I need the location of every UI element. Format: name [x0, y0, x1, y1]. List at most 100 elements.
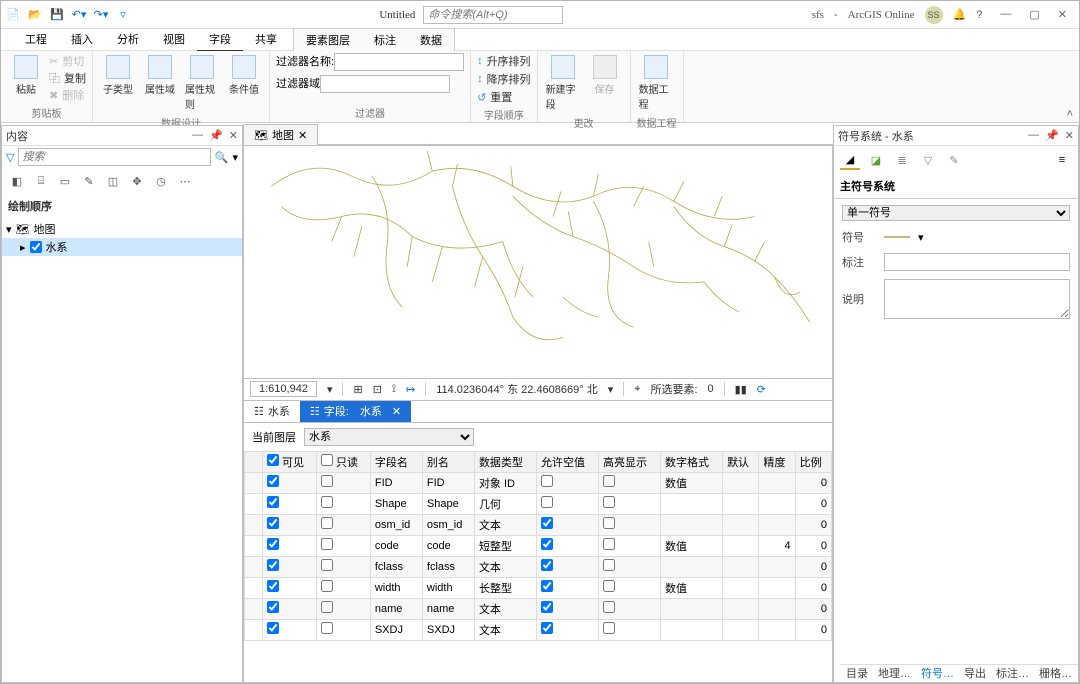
nullable-checkbox[interactable] — [541, 580, 553, 592]
selection-icon[interactable]: ⌖ — [634, 383, 640, 396]
collapse-ribbon-icon[interactable]: ˄ — [1067, 108, 1073, 120]
undo-icon[interactable]: ↶▾ — [71, 7, 87, 23]
readonly-checkbox[interactable] — [321, 601, 333, 613]
nullable-checkbox[interactable] — [541, 496, 553, 508]
visible-checkbox[interactable] — [267, 475, 279, 487]
expand-icon[interactable]: ▸ — [20, 241, 26, 254]
readonly-checkbox[interactable] — [321, 517, 333, 529]
reset-order-button[interactable]: ↺重置 — [477, 89, 512, 105]
table-row[interactable]: codecode短整型数值40 — [245, 535, 832, 556]
close-symb-icon[interactable]: ✕ — [1065, 129, 1074, 142]
list-by-drawing-icon[interactable]: ◧ — [8, 172, 26, 190]
tab-data[interactable]: 数据 — [408, 29, 454, 51]
col-7[interactable]: 精度 — [759, 451, 795, 472]
tab-labeling[interactable]: 标注… — [996, 665, 1029, 682]
copy-button[interactable]: ⿻复制 — [49, 70, 86, 86]
table-row[interactable]: SXDJSXDJ文本0 — [245, 619, 832, 640]
notifications-icon[interactable]: 🔔 — [953, 8, 967, 21]
dock-symb-icon[interactable]: — — [1028, 129, 1039, 142]
search-icon[interactable]: 🔍 — [215, 151, 229, 164]
col-2[interactable]: 数据类型 — [474, 451, 536, 472]
layer-visibility-checkbox[interactable] — [30, 241, 42, 253]
sort-asc-button[interactable]: ↕升序排列 — [477, 53, 531, 69]
readonly-checkbox[interactable] — [321, 559, 333, 571]
grid-icon[interactable]: ⊞ — [353, 383, 362, 396]
refresh-icon[interactable]: ⟳ — [757, 383, 766, 396]
layer-node[interactable]: ▸水系 — [2, 238, 242, 256]
tab-catalog[interactable]: 目录 — [846, 665, 868, 682]
visible-checkbox[interactable] — [267, 517, 279, 529]
save-button[interactable]: 保存 — [586, 53, 624, 98]
tab-export[interactable]: 导出 — [964, 665, 986, 682]
readonly-checkbox[interactable] — [321, 580, 333, 592]
highlight-checkbox[interactable] — [603, 580, 615, 592]
collapse-icon[interactable]: ▾ — [6, 223, 12, 236]
advanced-options-icon[interactable]: ✎ — [944, 150, 964, 170]
save-icon[interactable]: 💾 — [49, 7, 65, 23]
col-3[interactable]: 允许空值 — [536, 451, 598, 472]
symb-menu-icon[interactable]: ≡ — [1052, 150, 1072, 170]
filter-icon[interactable]: ▽ — [6, 151, 14, 164]
command-search[interactable] — [423, 6, 563, 24]
display-filters-icon[interactable]: ▽ — [918, 150, 938, 170]
tab-share[interactable]: 共享 — [243, 28, 289, 52]
map-node[interactable]: ▾🗺地图 — [2, 220, 242, 238]
tab-raster[interactable]: 栅格… — [1039, 665, 1072, 682]
qat-dropdown-icon[interactable]: ▿ — [115, 7, 131, 23]
col-1[interactable]: 别名 — [422, 451, 474, 472]
more-icon[interactable]: ⋯ — [176, 172, 194, 190]
tab-feature-layer[interactable]: 要素图层 — [294, 29, 362, 51]
highlight-checkbox[interactable] — [603, 496, 615, 508]
map-tab[interactable]: 🗺地图✕ — [243, 124, 318, 145]
tab-geoprocessing[interactable]: 地理… — [878, 665, 911, 682]
list-by-selection-icon[interactable]: ▭ — [56, 172, 74, 190]
symbol-swatch[interactable] — [884, 236, 910, 238]
dock-icon[interactable]: — — [192, 129, 203, 142]
contents-menu-icon[interactable]: ▾ — [232, 151, 238, 164]
pin-icon[interactable]: 📌 — [209, 129, 223, 142]
nullable-checkbox[interactable] — [541, 601, 553, 613]
constraint-icon[interactable]: ⟟ — [392, 383, 396, 396]
symbology-method-select[interactable]: 单一符号 — [842, 205, 1070, 221]
symbology-desc-input[interactable] — [884, 279, 1070, 319]
current-layer-select[interactable]: 水系 — [304, 428, 474, 446]
rules-button[interactable]: 属性规则 — [183, 53, 221, 113]
close-fields-tab-icon[interactable]: ✕ — [392, 405, 401, 418]
open-project-icon[interactable]: 📂 — [27, 7, 43, 23]
fields-grid[interactable]: 可见 只读字段名别名数据类型允许空值高亮显示数字格式默认精度比例 FIDFID对… — [243, 451, 833, 684]
table-row[interactable]: FIDFID对象 ID数值0 — [245, 472, 832, 493]
col-0[interactable]: 字段名 — [370, 451, 422, 472]
visible-checkbox[interactable] — [267, 580, 279, 592]
filter-domain-input[interactable] — [320, 75, 450, 93]
vary-by-attr-icon[interactable]: ◪ — [866, 150, 886, 170]
tab-labeling[interactable]: 标注 — [362, 29, 408, 51]
col-visible[interactable]: 可见 — [263, 451, 317, 472]
table-row[interactable]: widthwidth长整型数值0 — [245, 577, 832, 598]
symbology-label-input[interactable] — [884, 253, 1070, 271]
nullable-checkbox[interactable] — [541, 622, 553, 634]
col-readonly[interactable]: 只读 — [316, 451, 370, 472]
snap-icon[interactable]: ⊡ — [373, 383, 382, 396]
sort-desc-button[interactable]: ↕降序排列 — [477, 71, 531, 87]
tab-analysis[interactable]: 分析 — [105, 28, 151, 52]
data-engineering-button[interactable]: 数据工程 — [637, 53, 675, 113]
contingent-button[interactable]: 条件值 — [225, 53, 263, 98]
highlight-checkbox[interactable] — [603, 601, 615, 613]
attribute-table-tab[interactable]: ☷水系 — [244, 401, 300, 422]
redo-icon[interactable]: ↷▾ — [93, 7, 109, 23]
cut-button[interactable]: ✂剪切 — [49, 53, 86, 69]
symbol-layers-icon[interactable]: ≣ — [892, 150, 912, 170]
symbol-dropdown-icon[interactable]: ▾ — [918, 231, 924, 244]
subtype-button[interactable]: 子类型 — [99, 53, 137, 98]
highlight-checkbox[interactable] — [603, 538, 615, 550]
close-icon[interactable]: ✕ — [1058, 8, 1067, 21]
tab-view[interactable]: 视图 — [151, 28, 197, 52]
avatar[interactable]: SS — [925, 6, 943, 24]
table-row[interactable]: namename文本0 — [245, 598, 832, 619]
pause-drawing-icon[interactable]: ▮▮ — [735, 383, 747, 396]
tab-insert[interactable]: 插入 — [59, 28, 105, 52]
list-by-source-icon[interactable]: ⌸ — [32, 172, 50, 190]
list-by-editing-icon[interactable]: ✎ — [80, 172, 98, 190]
close-contents-icon[interactable]: ✕ — [229, 129, 238, 142]
tab-fields[interactable]: 字段 — [197, 28, 243, 52]
